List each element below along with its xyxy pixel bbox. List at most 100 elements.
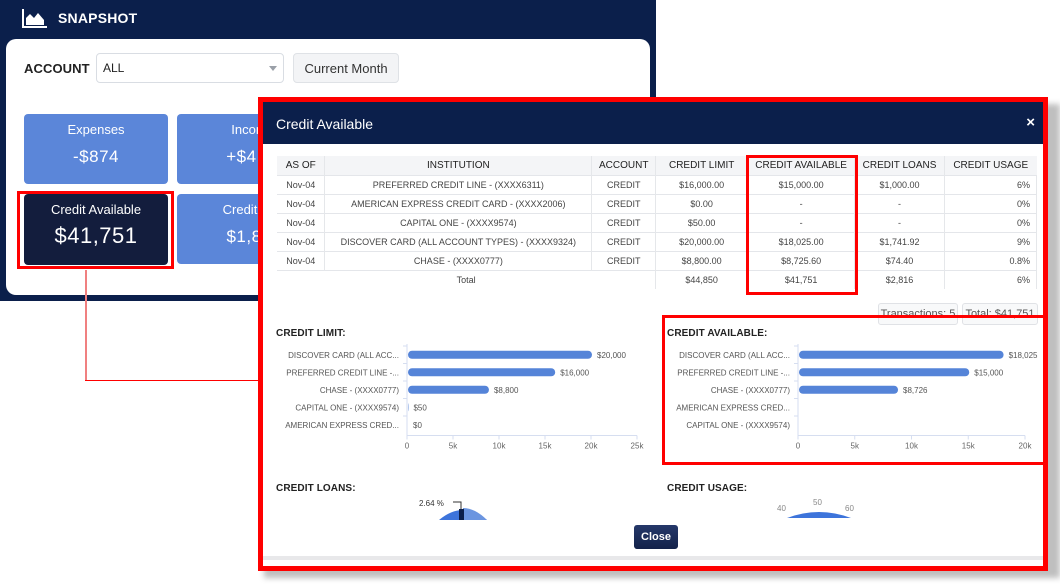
table-cell: $1,000.00 (854, 174, 946, 194)
table-row[interactable]: Nov-04 CAPITAL ONE - (XXXX9574) CREDIT $50.… (277, 212, 1037, 232)
data-label: $16,000 (560, 368, 589, 377)
table-cell: $1,741.92 (854, 231, 946, 251)
category-label: AMERICAN EXPRESS CRED... (285, 421, 399, 430)
credit-usage-gauge: 40 50 60 (777, 498, 854, 518)
snapshot-header: SNAPSHOT (22, 6, 137, 30)
data-label: $0 (413, 421, 422, 430)
category-label: PREFERRED CREDIT LINE -... (286, 368, 399, 377)
table-cell: 0.8% (944, 250, 1037, 270)
table-cell: $50.00 (655, 212, 749, 232)
table-cell: Nov-04 (277, 174, 326, 194)
highlight-box-chart (662, 315, 1043, 465)
column-header[interactable]: CREDIT LOANS (854, 156, 946, 175)
total-cell: 6% (944, 269, 1037, 289)
column-header[interactable]: AS OF (277, 156, 326, 175)
close-icon[interactable]: × (1026, 114, 1035, 131)
table-row[interactable]: Nov-04 PREFERRED CREDIT LINE - (XXXX6311)… (277, 174, 1037, 194)
table-cell: CREDIT (591, 250, 657, 270)
chevron-down-icon (269, 66, 277, 71)
table-cell: CREDIT (591, 212, 657, 232)
category-label: CAPITAL ONE - (XXXX9574) (295, 403, 399, 412)
gauge-value-label: 2.64 % (419, 499, 444, 508)
gauge-callout-line (453, 501, 462, 509)
table-cell: 6% (944, 174, 1037, 194)
close-button[interactable]: Close (634, 525, 678, 549)
tile-value: -$874 (73, 147, 119, 166)
table-cell: CREDIT (591, 231, 657, 251)
table-cell: - (854, 193, 946, 213)
column-header[interactable]: CREDIT USAGE (944, 156, 1037, 175)
table-cell: $0.00 (655, 193, 749, 213)
account-select-value: ALL (103, 61, 125, 75)
modal-title: Credit Available (276, 116, 374, 132)
category-label: DISCOVER CARD (ALL ACC... (288, 351, 399, 360)
table-cell: 0% (944, 193, 1037, 213)
total-cell: Total (277, 269, 657, 289)
connector-line-vertical (85, 270, 87, 381)
highlight-box-column (746, 155, 858, 295)
credit-loans-gauge: 2.64 % (419, 499, 487, 520)
table-cell: $20,000.00 (655, 231, 749, 251)
data-label: $8,800 (494, 386, 519, 395)
table-row[interactable]: Nov-04 DISCOVER CARD (ALL ACCOUNT TYPES) … (277, 231, 1037, 251)
table-cell: CHASE - (XXXX0777) (324, 250, 593, 270)
table-cell: Nov-04 (277, 212, 326, 232)
credit-table: AS OF INSTITUTION ACCOUNT CREDIT LIMIT C… (277, 156, 1037, 289)
account-select[interactable]: ALL (96, 53, 284, 83)
total-cell: $44,850 (655, 269, 749, 289)
bar[interactable] (408, 368, 556, 377)
gauge-tick-label: 40 (777, 504, 786, 513)
table-cell: 0% (944, 212, 1037, 232)
x-tick-label: 10k (493, 442, 507, 451)
tile-expenses[interactable]: Expenses -$874 (24, 114, 168, 184)
bar[interactable] (408, 385, 489, 394)
table-cell: $74.40 (854, 250, 946, 270)
credit-usage-chart-title: CREDIT USAGE: (667, 483, 748, 494)
table-cell: CREDIT (591, 193, 657, 213)
table-cell: CREDIT (591, 174, 657, 194)
table-total-row: Total $44,850 $41,751 $2,816 6% (277, 269, 1037, 289)
x-tick-label: 0 (405, 442, 410, 451)
table-cell: Nov-04 (277, 193, 326, 213)
modal-header: Credit Available × (263, 102, 1043, 144)
highlight-box-tile (17, 191, 174, 269)
bar[interactable] (408, 350, 592, 359)
data-label: $20,000 (597, 351, 626, 360)
tile-label: Expenses (67, 122, 125, 137)
column-header[interactable]: INSTITUTION (324, 156, 593, 175)
table-header-row: AS OF INSTITUTION ACCOUNT CREDIT LIMIT C… (277, 156, 1037, 175)
column-header[interactable]: ACCOUNT (591, 156, 657, 175)
column-header[interactable]: CREDIT LIMIT (655, 156, 749, 175)
gauge-arc-remaining (463, 508, 487, 520)
table-cell: AMERICAN EXPRESS CREDIT CARD - (XXXX2006… (324, 193, 593, 213)
gauge-tick-label: 50 (813, 498, 822, 507)
current-month-button[interactable]: Current Month (293, 53, 399, 83)
table-cell: $16,000.00 (655, 174, 749, 194)
area-chart-icon (22, 9, 47, 28)
total-cell: $2,816 (854, 269, 946, 289)
x-tick-label: 15k (539, 442, 553, 451)
account-label: ACCOUNT (24, 61, 90, 76)
table-cell: - (854, 212, 946, 232)
table-row[interactable]: Nov-04 AMERICAN EXPRESS CREDIT CARD - (XX… (277, 193, 1037, 213)
x-tick-label: 5k (449, 442, 458, 451)
category-label: CHASE - (XXXX0777) (320, 386, 399, 395)
table-cell: 9% (944, 231, 1037, 251)
credit-available-modal: Credit Available × AS OF INSTITUTION ACC… (258, 97, 1048, 571)
snapshot-title: SNAPSHOT (58, 10, 138, 26)
credit-loans-chart-title: CREDIT LOANS: (276, 483, 356, 494)
table-cell: $8,800.00 (655, 250, 749, 270)
credit-table-wrapper: AS OF INSTITUTION ACCOUNT CREDIT LIMIT C… (277, 156, 1037, 289)
x-tick-label: 20k (585, 442, 599, 451)
table-cell: DISCOVER CARD (ALL ACCOUNT TYPES) - (XXX… (324, 231, 593, 251)
credit-limit-chart-title: CREDIT LIMIT: (276, 328, 346, 339)
data-label: $50 (413, 403, 427, 412)
gauge-tick-label: 60 (845, 504, 854, 513)
table-cell: PREFERRED CREDIT LINE - (XXXX6311) (324, 174, 593, 194)
gauge-needle (459, 509, 464, 520)
table-row[interactable]: Nov-04 CHASE - (XXXX0777) CREDIT $8,800.00 $… (277, 250, 1037, 270)
x-tick-label: 25k (631, 442, 645, 451)
table-cell: Nov-04 (277, 231, 326, 251)
credit-limit-chart: DISCOVER CARD (ALL ACC... $20,000 PREFERRE… (285, 344, 645, 451)
underlying-content-strip (263, 556, 1043, 560)
